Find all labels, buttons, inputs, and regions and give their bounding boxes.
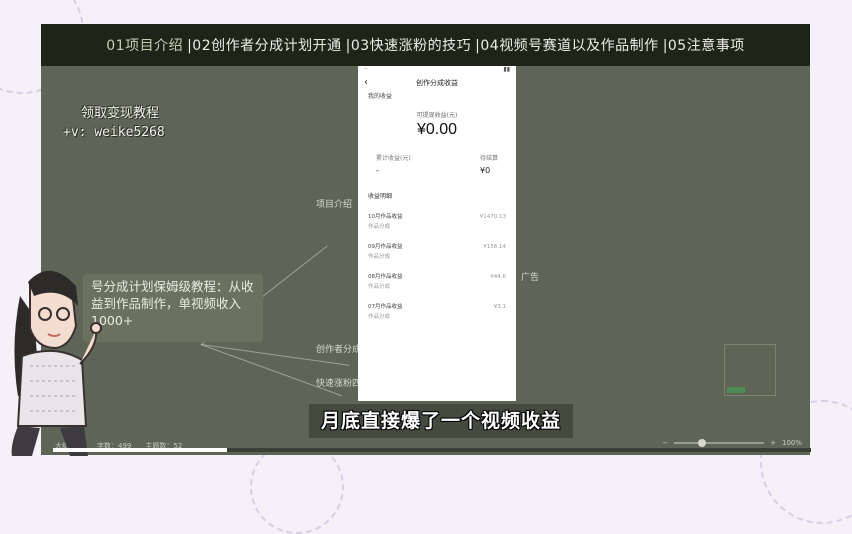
income-row[interactable]: 10月作品收益 作品分成 ¥1470.13 xyxy=(358,212,516,230)
stat-total-value: - xyxy=(376,166,379,175)
video-subtitle: 月底直接爆了一个视频收益 xyxy=(309,404,574,438)
minimap-viewport xyxy=(727,387,745,393)
income-row-name: 09月作品收益 xyxy=(368,244,403,250)
income-row[interactable]: 09月作品收益 作品分成 ¥156.14 xyxy=(358,242,516,260)
income-row-amount: ¥3.1 xyxy=(493,304,506,310)
chapter-item-notes[interactable]: |05注意事项 xyxy=(661,35,747,55)
chapter-item-growth-tips[interactable]: |03快速涨粉的技巧 xyxy=(344,35,474,55)
mindmap-node-intro[interactable]: 项目介绍 xyxy=(316,197,352,210)
phone-header: ‹ 创作分成收益 xyxy=(358,75,516,91)
video-progress-bar[interactable] xyxy=(53,448,811,452)
presenter-avatar xyxy=(11,270,102,456)
mindmap-node-ad[interactable]: 广告 xyxy=(521,270,539,283)
income-row-sub: 作品分成 xyxy=(368,254,391,260)
stat-pending-value: ¥0 xyxy=(479,166,491,175)
video-frame: 01项目介绍 |02创作者分成计划开通 |03快速涨粉的技巧 |04视频号赛道以… xyxy=(41,24,810,455)
zoom-level: 100% xyxy=(781,439,802,447)
mindmap-node-creator[interactable]: 创作者分成 xyxy=(316,342,361,355)
zoom-slider-knob[interactable] xyxy=(698,439,707,447)
mindmap-node-growth[interactable]: 快速涨粉四 xyxy=(316,376,361,389)
income-row-name: 07月作品收益 xyxy=(368,304,403,310)
income-row-name: 10月作品收益 xyxy=(368,214,403,220)
zoom-out-button[interactable]: − xyxy=(662,439,668,447)
phone-screenshot: ·· ▮▮ ‹ 创作分成收益 我的收益 可提现收益(元) ¥0.00 累计收益(元… xyxy=(358,66,516,401)
stat-pending-label: 待结算 xyxy=(479,155,498,162)
video-progress-fill xyxy=(53,448,228,452)
zoom-slider[interactable] xyxy=(674,439,765,447)
back-icon[interactable]: ‹ xyxy=(364,75,368,91)
watermark-contact: +v: weike5268 xyxy=(63,125,165,140)
topic-callout: 号分成计划保姆级教程：从收益到作品制作，单视频收入1000+ xyxy=(83,274,263,342)
income-row-sub: 作品分成 xyxy=(368,284,391,290)
income-list-title: 收益明细 xyxy=(368,193,393,200)
phone-title: 创作分成收益 xyxy=(416,79,458,87)
chapter-nav: 01项目介绍 |02创作者分成计划开通 |03快速涨粉的技巧 |04视频号赛道以… xyxy=(41,24,810,66)
income-row-amount: ¥156.14 xyxy=(483,244,506,250)
watermark-line: 领取变现教程 xyxy=(81,106,160,121)
income-row[interactable]: 07月作品收益 作品分成 ¥3.1 xyxy=(358,302,516,320)
balance-value: ¥0.00 xyxy=(416,121,458,138)
income-row-amount: ¥44.6 xyxy=(490,274,506,280)
phone-status-bar: ·· ▮▮ xyxy=(364,66,510,73)
editor-status-bar: 大纲模式 字数：499 主题数：52 − + 100% xyxy=(41,437,810,455)
stats-row: 累计收益(元) - 待结算 ¥0 xyxy=(358,153,516,175)
stat-total-label: 累计收益(元) xyxy=(376,155,411,162)
watermark: 领取变现教程 +v: weike5268 xyxy=(63,104,165,142)
income-row-name: 08月作品收益 xyxy=(368,274,403,280)
income-row-sub: 作品分成 xyxy=(368,314,391,320)
callout-text: 号分成计划保姆级教程：从收益到作品制作，单视频收入1000+ xyxy=(91,279,254,328)
minimap[interactable] xyxy=(724,344,776,396)
balance-label: 可提现收益(元) xyxy=(416,112,458,119)
section-label: 我的收益 xyxy=(368,93,393,100)
zoom-in-button[interactable]: + xyxy=(770,439,776,447)
chapter-item-creator-plan[interactable]: |02创作者分成计划开通 xyxy=(185,35,344,55)
income-row[interactable]: 08月作品收益 作品分成 ¥44.6 xyxy=(358,272,516,290)
chapter-item-track[interactable]: |04视频号赛道以及作品制作 xyxy=(473,35,661,55)
zoom-control: − + 100% xyxy=(662,439,802,447)
income-row-sub: 作品分成 xyxy=(368,224,391,230)
chapter-item-intro[interactable]: 01项目介绍 xyxy=(104,35,185,55)
income-row-amount: ¥1470.13 xyxy=(479,214,506,220)
